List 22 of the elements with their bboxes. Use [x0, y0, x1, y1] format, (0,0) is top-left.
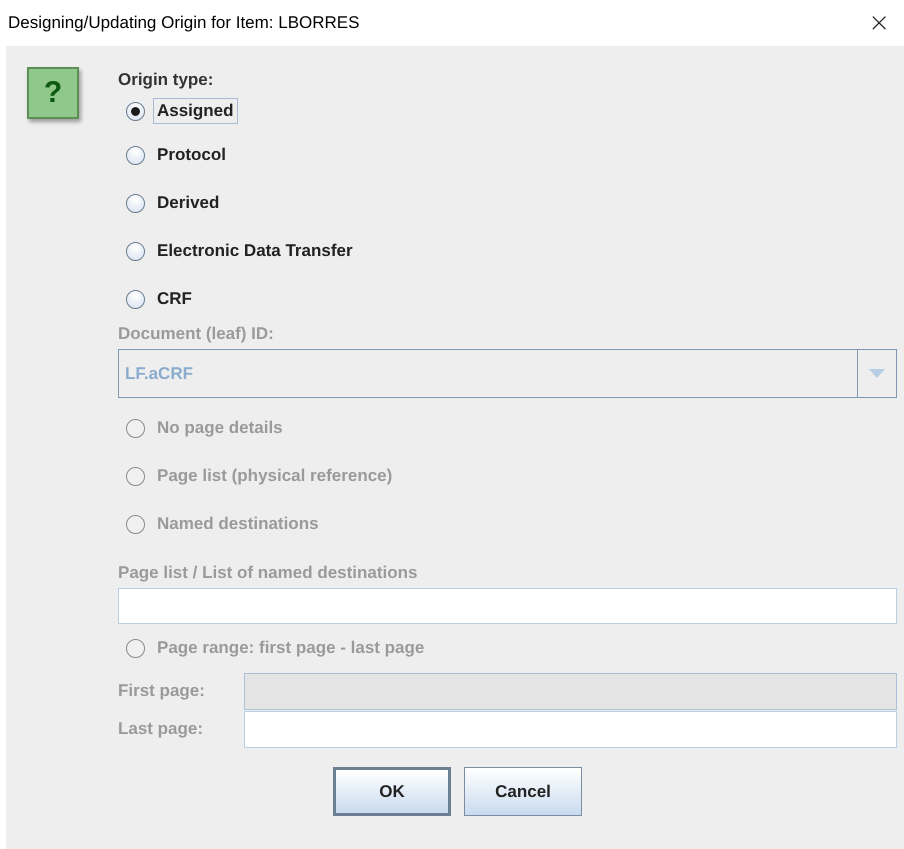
- radio-button[interactable]: [126, 290, 145, 308]
- close-button[interactable]: ×: [862, 8, 896, 38]
- field-label: Page list / List of named destinations: [118, 562, 418, 584]
- radio-button[interactable]: [126, 242, 145, 260]
- field-label: First page:: [118, 680, 206, 702]
- section-label: Origin type:: [118, 69, 214, 91]
- field-label: Document (leaf) ID:: [118, 323, 275, 345]
- radio-button[interactable]: [126, 194, 145, 212]
- radio-label[interactable]: Derived: [153, 190, 224, 216]
- dialog-button[interactable]: Cancel: [464, 767, 582, 816]
- radio-label[interactable]: Protocol: [153, 142, 230, 168]
- radio-label[interactable]: CRF: [153, 286, 196, 312]
- field-label: Last page:: [118, 718, 204, 740]
- radio-label[interactable]: Assigned: [153, 98, 238, 124]
- radio-button[interactable]: [126, 102, 145, 120]
- radio-label[interactable]: Electronic Data Transfer: [153, 238, 357, 264]
- input-field[interactable]: [244, 710, 897, 748]
- window-title: Designing/Updating Origin for Item: LBORRES: [8, 13, 360, 33]
- dialog-button[interactable]: OK: [333, 767, 451, 816]
- help-icon: ?: [27, 67, 79, 119]
- radio-button[interactable]: [126, 146, 145, 164]
- input-field[interactable]: [118, 588, 897, 624]
